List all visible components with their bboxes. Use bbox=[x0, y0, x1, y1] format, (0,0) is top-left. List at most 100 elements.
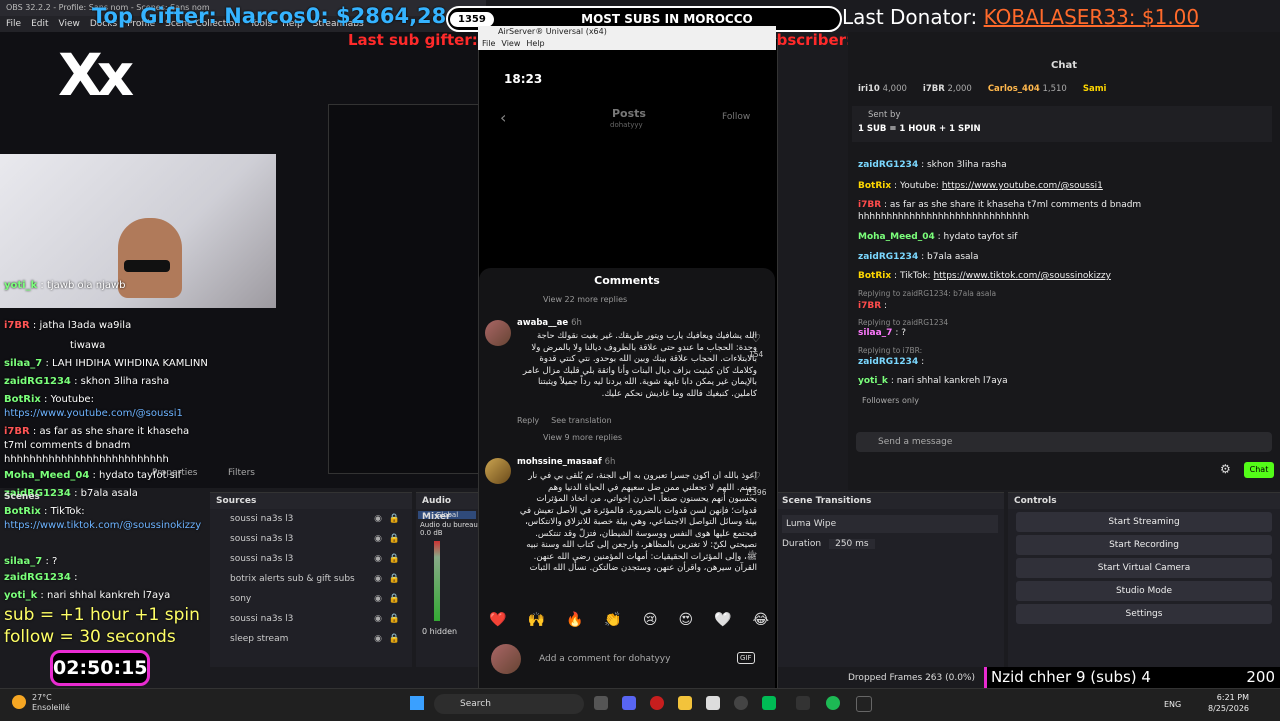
nested-preview bbox=[328, 104, 478, 474]
heart-icon[interactable]: ♡ bbox=[751, 332, 761, 345]
lock-icon[interactable]: 🔒 bbox=[389, 509, 400, 529]
studio-mode-button[interactable]: Studio Mode bbox=[1016, 581, 1272, 601]
add-comment-input[interactable]: Add a comment for dohatyyy bbox=[539, 654, 670, 664]
gifter-item: Sami bbox=[1082, 84, 1107, 94]
emoji-sad[interactable]: 😢 bbox=[643, 612, 658, 628]
obs-icon[interactable] bbox=[856, 696, 872, 712]
view-more-replies[interactable]: View 22 more replies bbox=[543, 295, 627, 304]
menu-edit[interactable]: Edit bbox=[31, 16, 48, 32]
lock-icon[interactable]: 🔒 bbox=[389, 549, 400, 569]
last-donator-label: Last Donator: bbox=[842, 5, 984, 29]
clock-date: 8/25/2026 bbox=[1208, 704, 1250, 713]
taskbar-search[interactable]: Search bbox=[434, 694, 584, 714]
comment-user[interactable]: mohssine_masaaf 6h bbox=[517, 457, 615, 467]
top-gifters-bar: iri10 4,000 i7BR 2,000 Carlos_404 1,510 … bbox=[858, 84, 1272, 94]
avatar[interactable] bbox=[485, 320, 511, 346]
airserver-menu-help[interactable]: Help bbox=[526, 38, 544, 50]
emoji-raised-hands[interactable]: 🙌 bbox=[527, 612, 544, 628]
back-icon[interactable]: ‹ bbox=[500, 108, 506, 127]
chat-message: i7BR : as far as she share it khaseha t7… bbox=[858, 200, 1142, 210]
chat-title: Chat bbox=[1051, 60, 1077, 71]
app-icon[interactable] bbox=[796, 696, 810, 710]
source-item[interactable]: soussi na3s l3 ◉ 🔒 bbox=[210, 549, 412, 569]
airserver-menu-view[interactable]: View bbox=[501, 38, 520, 50]
start-streaming-button[interactable]: Start Streaming bbox=[1016, 512, 1272, 532]
chat-settings-icon[interactable]: ⚙ bbox=[1220, 462, 1231, 476]
start-recording-button[interactable]: Start Recording bbox=[1016, 535, 1272, 555]
eye-icon[interactable]: ◉ bbox=[374, 589, 382, 609]
eye-icon[interactable]: ◉ bbox=[374, 569, 382, 589]
volume-meter[interactable] bbox=[434, 541, 440, 621]
taskbar bbox=[0, 688, 1280, 721]
discord-icon[interactable] bbox=[622, 696, 636, 710]
eye-icon[interactable]: ◉ bbox=[374, 529, 382, 549]
menu-file[interactable]: File bbox=[6, 16, 21, 32]
mixer-hidden: 0 hidden bbox=[422, 627, 458, 636]
emoji-white-heart[interactable]: 🤍 bbox=[714, 612, 731, 628]
eye-icon[interactable]: ◉ bbox=[374, 509, 382, 529]
lock-icon[interactable]: 🔒 bbox=[389, 609, 400, 629]
lock-icon[interactable]: 🔒 bbox=[389, 569, 400, 589]
app-icon[interactable] bbox=[762, 696, 776, 710]
duration-input[interactable]: 250 ms bbox=[829, 539, 875, 549]
source-label: soussi na3s l3 bbox=[230, 534, 294, 544]
comment-user[interactable]: awaba__ae 6h bbox=[517, 318, 582, 328]
subs-goal-banner: Nzid chher 9 (subs) 4 200 bbox=[984, 667, 1280, 688]
eye-icon[interactable]: ◉ bbox=[374, 629, 382, 649]
overlay-chat-line: silaa_7 : ? bbox=[4, 556, 58, 567]
source-item[interactable]: sleep stream ◉ 🔒 bbox=[210, 629, 412, 649]
pinned-message[interactable]: Sent by 1 SUB = 1 HOUR + 1 SPIN bbox=[852, 106, 1272, 142]
app-icon[interactable] bbox=[734, 696, 748, 710]
airserver-menu: File View Help bbox=[478, 38, 776, 50]
gif-button[interactable]: GIF bbox=[737, 652, 755, 664]
chat-input[interactable]: Send a message bbox=[856, 432, 1272, 452]
eye-icon[interactable]: ◉ bbox=[374, 609, 382, 629]
view-more-replies[interactable]: View 9 more replies bbox=[543, 433, 622, 442]
heart-icon[interactable]: ♡ bbox=[751, 470, 761, 483]
eye-icon[interactable]: ◉ bbox=[374, 549, 382, 569]
settings-button[interactable]: Settings bbox=[1016, 604, 1272, 624]
lock-icon[interactable]: 🔒 bbox=[389, 589, 400, 609]
lock-icon[interactable]: 🔒 bbox=[389, 529, 400, 549]
source-item[interactable]: soussi na3s l3 ◉ 🔒 bbox=[210, 529, 412, 549]
taskbar-clock[interactable]: 6:21 PM 8/25/2026 bbox=[1208, 692, 1249, 714]
transition-select[interactable]: Luma Wipe bbox=[782, 515, 998, 533]
task-view-icon[interactable] bbox=[594, 696, 608, 710]
language-indicator[interactable]: ENG bbox=[1164, 700, 1181, 709]
overlay-chat-line: zaidRG1234 : skhon 3liha rasha bbox=[4, 376, 170, 387]
follow-button[interactable]: Follow bbox=[722, 112, 750, 122]
mixer-db: 0.0 dB bbox=[420, 529, 443, 537]
emoji-heart-eyes[interactable]: 😍 bbox=[679, 612, 694, 628]
opera-icon[interactable] bbox=[650, 696, 664, 710]
source-item[interactable]: botrix alerts sub & gift subs ◉ 🔒 bbox=[210, 569, 412, 589]
chat-message: zaidRG1234 : skhon 3liha rasha bbox=[858, 160, 1007, 170]
app-icon[interactable] bbox=[706, 696, 720, 710]
windows-start-icon[interactable] bbox=[410, 696, 424, 710]
spotify-icon[interactable] bbox=[826, 696, 840, 710]
file-explorer-icon[interactable] bbox=[678, 696, 692, 710]
reply-context: Replying to zaidRG1234 bbox=[858, 318, 949, 327]
source-item[interactable]: soussi na3s l3 ◉ 🔒 bbox=[210, 609, 412, 629]
properties-tab[interactable]: Properties bbox=[152, 468, 197, 478]
source-item[interactable]: sony ◉ 🔒 bbox=[210, 589, 412, 609]
nzid-count: 200 bbox=[1246, 668, 1275, 686]
overlay-chat-line: yoti_k : nari shhal kankreh l7aya bbox=[4, 590, 171, 601]
emoji-clap[interactable]: 👏 bbox=[604, 612, 621, 628]
see-translation-button[interactable]: See translation bbox=[551, 416, 611, 425]
chat-link[interactable]: https://www.youtube.com/@soussi1 bbox=[942, 181, 1103, 191]
chat-send-button[interactable]: Chat bbox=[1244, 462, 1274, 478]
emoji-laugh[interactable]: 😂 bbox=[753, 612, 769, 628]
start-virtual-camera-button[interactable]: Start Virtual Camera bbox=[1016, 558, 1272, 578]
avatar[interactable] bbox=[485, 458, 511, 484]
filters-tab[interactable]: Filters bbox=[228, 468, 255, 478]
lock-icon[interactable]: 🔒 bbox=[389, 629, 400, 649]
airserver-menu-file[interactable]: File bbox=[482, 38, 495, 50]
source-item[interactable]: soussi na3s l3 ◉ 🔒 bbox=[210, 509, 412, 529]
emoji-heart[interactable]: ❤️ bbox=[489, 612, 506, 628]
menu-view[interactable]: View bbox=[59, 16, 80, 32]
chat-link[interactable]: https://www.tiktok.com/@soussinokizzy bbox=[933, 271, 1110, 281]
nzid-text: Nzid chher 9 (subs) 4 bbox=[991, 668, 1151, 686]
reply-button[interactable]: Reply bbox=[517, 416, 539, 425]
weather-widget[interactable]: 27°C Ensoleillé bbox=[32, 693, 70, 713]
emoji-fire[interactable]: 🔥 bbox=[566, 612, 583, 628]
